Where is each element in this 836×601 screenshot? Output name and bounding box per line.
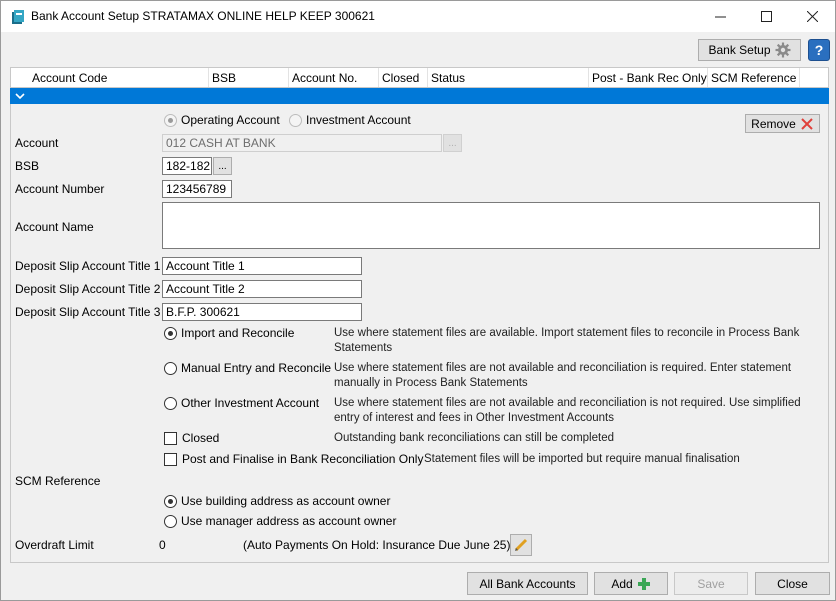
building-address-label: Use building address as account owner xyxy=(181,494,391,508)
other-investment-desc-line1: Use where statement files are not availa… xyxy=(334,397,801,409)
close-button[interactable]: Close xyxy=(755,572,830,595)
manager-address-radio[interactable] xyxy=(164,515,177,528)
close-icon xyxy=(806,11,818,22)
investment-account-label: Investment Account xyxy=(306,113,411,127)
overdraft-note: (Auto Payments On Hold: Insurance Due Ju… xyxy=(243,538,511,552)
bsb-browse-button[interactable]: ... xyxy=(213,157,232,175)
gear-icon xyxy=(775,42,791,58)
deposit-title-1-label: Deposit Slip Account Title 1 xyxy=(15,259,161,273)
selected-account-row[interactable] xyxy=(10,88,829,104)
plus-icon xyxy=(637,577,650,590)
overdraft-limit-label: Overdraft Limit xyxy=(15,538,94,552)
save-button[interactable]: Save xyxy=(674,572,748,595)
operating-account-label: Operating Account xyxy=(181,113,280,127)
manual-entry-desc-line1: Use where statement files are not availa… xyxy=(334,362,792,374)
edit-overdraft-button[interactable] xyxy=(510,534,532,556)
bsb-label: BSB xyxy=(15,159,40,173)
account-name-field[interactable] xyxy=(162,202,820,249)
remove-button[interactable]: Remove xyxy=(745,114,820,133)
deposit-title-3-field[interactable]: B.F.P. 300621 xyxy=(162,303,362,321)
account-browse-button[interactable]: ... xyxy=(443,134,462,152)
column-scm-reference[interactable]: SCM Reference xyxy=(711,71,796,85)
remove-label: Remove xyxy=(751,116,796,131)
account-label: Account xyxy=(15,136,59,150)
closed-checkbox[interactable] xyxy=(164,432,177,445)
help-button[interactable]: ? xyxy=(808,39,830,61)
account-number-label: Account Number xyxy=(15,182,105,196)
import-reconcile-label: Import and Reconcile xyxy=(181,326,295,340)
help-icon: ? xyxy=(814,42,824,58)
post-finalise-checkbox[interactable] xyxy=(164,453,177,466)
chevron-down-icon[interactable] xyxy=(15,91,25,101)
maximize-icon xyxy=(760,11,772,22)
other-investment-description: Use where statement files are not availa… xyxy=(334,396,801,426)
deposit-title-1-field[interactable]: Account Title 1 xyxy=(162,257,362,275)
post-finalise-description: Statement files will be imported but req… xyxy=(424,453,740,465)
account-number-field[interactable]: 123456789 xyxy=(162,180,232,198)
manual-entry-description: Use where statement files are not availa… xyxy=(334,361,791,391)
deposit-title-2-label: Deposit Slip Account Title 2 xyxy=(15,282,161,296)
building-address-radio[interactable] xyxy=(164,495,177,508)
post-finalise-label: Post and Finalise in Bank Reconciliation… xyxy=(182,452,424,466)
closed-description: Outstanding bank reconciliations can sti… xyxy=(334,432,614,444)
bank-setup-button[interactable]: Bank Setup xyxy=(698,39,801,61)
column-post-bank-rec-only[interactable]: Post - Bank Rec Only xyxy=(592,71,707,85)
import-reconcile-description: Use where statement files are available.… xyxy=(334,326,799,356)
stratamax-app-icon xyxy=(12,10,24,24)
accounts-grid-header: Account Code BSB Account No. Closed Stat… xyxy=(10,67,829,88)
minimize-icon xyxy=(714,16,726,18)
operating-account-radio[interactable] xyxy=(164,114,177,127)
column-bsb[interactable]: BSB xyxy=(212,71,236,85)
account-name-label: Account Name xyxy=(15,220,94,234)
add-label: Add xyxy=(611,576,633,591)
bank-setup-label: Bank Setup xyxy=(708,43,771,57)
manual-entry-reconcile-radio[interactable] xyxy=(164,362,177,375)
import-reconcile-desc-line1: Use where statement files are available.… xyxy=(334,327,800,339)
import-reconcile-desc-line2: Statements xyxy=(334,342,393,354)
overdraft-limit-value: 0 xyxy=(159,538,166,552)
closed-label: Closed xyxy=(182,431,220,445)
all-bank-accounts-button[interactable]: All Bank Accounts xyxy=(467,572,588,595)
bank-account-setup-window: Bank Account Setup STRATAMAX ONLINE HELP… xyxy=(0,0,836,601)
deposit-title-2-field[interactable]: Account Title 2 xyxy=(162,280,362,298)
manager-address-label: Use manager address as account owner xyxy=(181,514,397,528)
bsb-field[interactable]: 182-182 xyxy=(162,157,212,175)
account-field[interactable]: 012 CASH AT BANK xyxy=(162,134,442,152)
other-investment-desc-line2: entry of interest and fees in Other Inve… xyxy=(334,412,614,424)
manual-entry-desc-line2: manually in Process Bank Statements xyxy=(334,377,528,389)
pencil-icon xyxy=(514,538,528,552)
other-investment-radio[interactable] xyxy=(164,397,177,410)
title-bar: Bank Account Setup STRATAMAX ONLINE HELP… xyxy=(1,1,835,32)
scm-reference-label: SCM Reference xyxy=(15,474,101,488)
close-window-button[interactable] xyxy=(789,1,835,32)
deposit-title-3-label: Deposit Slip Account Title 3 xyxy=(15,305,161,319)
remove-x-icon xyxy=(801,117,813,130)
manual-entry-reconcile-label: Manual Entry and Reconcile xyxy=(181,361,332,375)
window-title: Bank Account Setup STRATAMAX ONLINE HELP… xyxy=(31,9,375,23)
other-investment-label: Other Investment Account xyxy=(181,396,320,410)
column-account-no[interactable]: Account No. xyxy=(292,71,357,85)
column-closed[interactable]: Closed xyxy=(382,71,419,85)
maximize-button[interactable] xyxy=(743,1,789,32)
import-reconcile-radio[interactable] xyxy=(164,327,177,340)
investment-account-radio[interactable] xyxy=(289,114,302,127)
add-button[interactable]: Add xyxy=(594,572,668,595)
column-status[interactable]: Status xyxy=(431,71,465,85)
column-account-code[interactable]: Account Code xyxy=(32,71,107,85)
minimize-button[interactable] xyxy=(697,1,743,32)
